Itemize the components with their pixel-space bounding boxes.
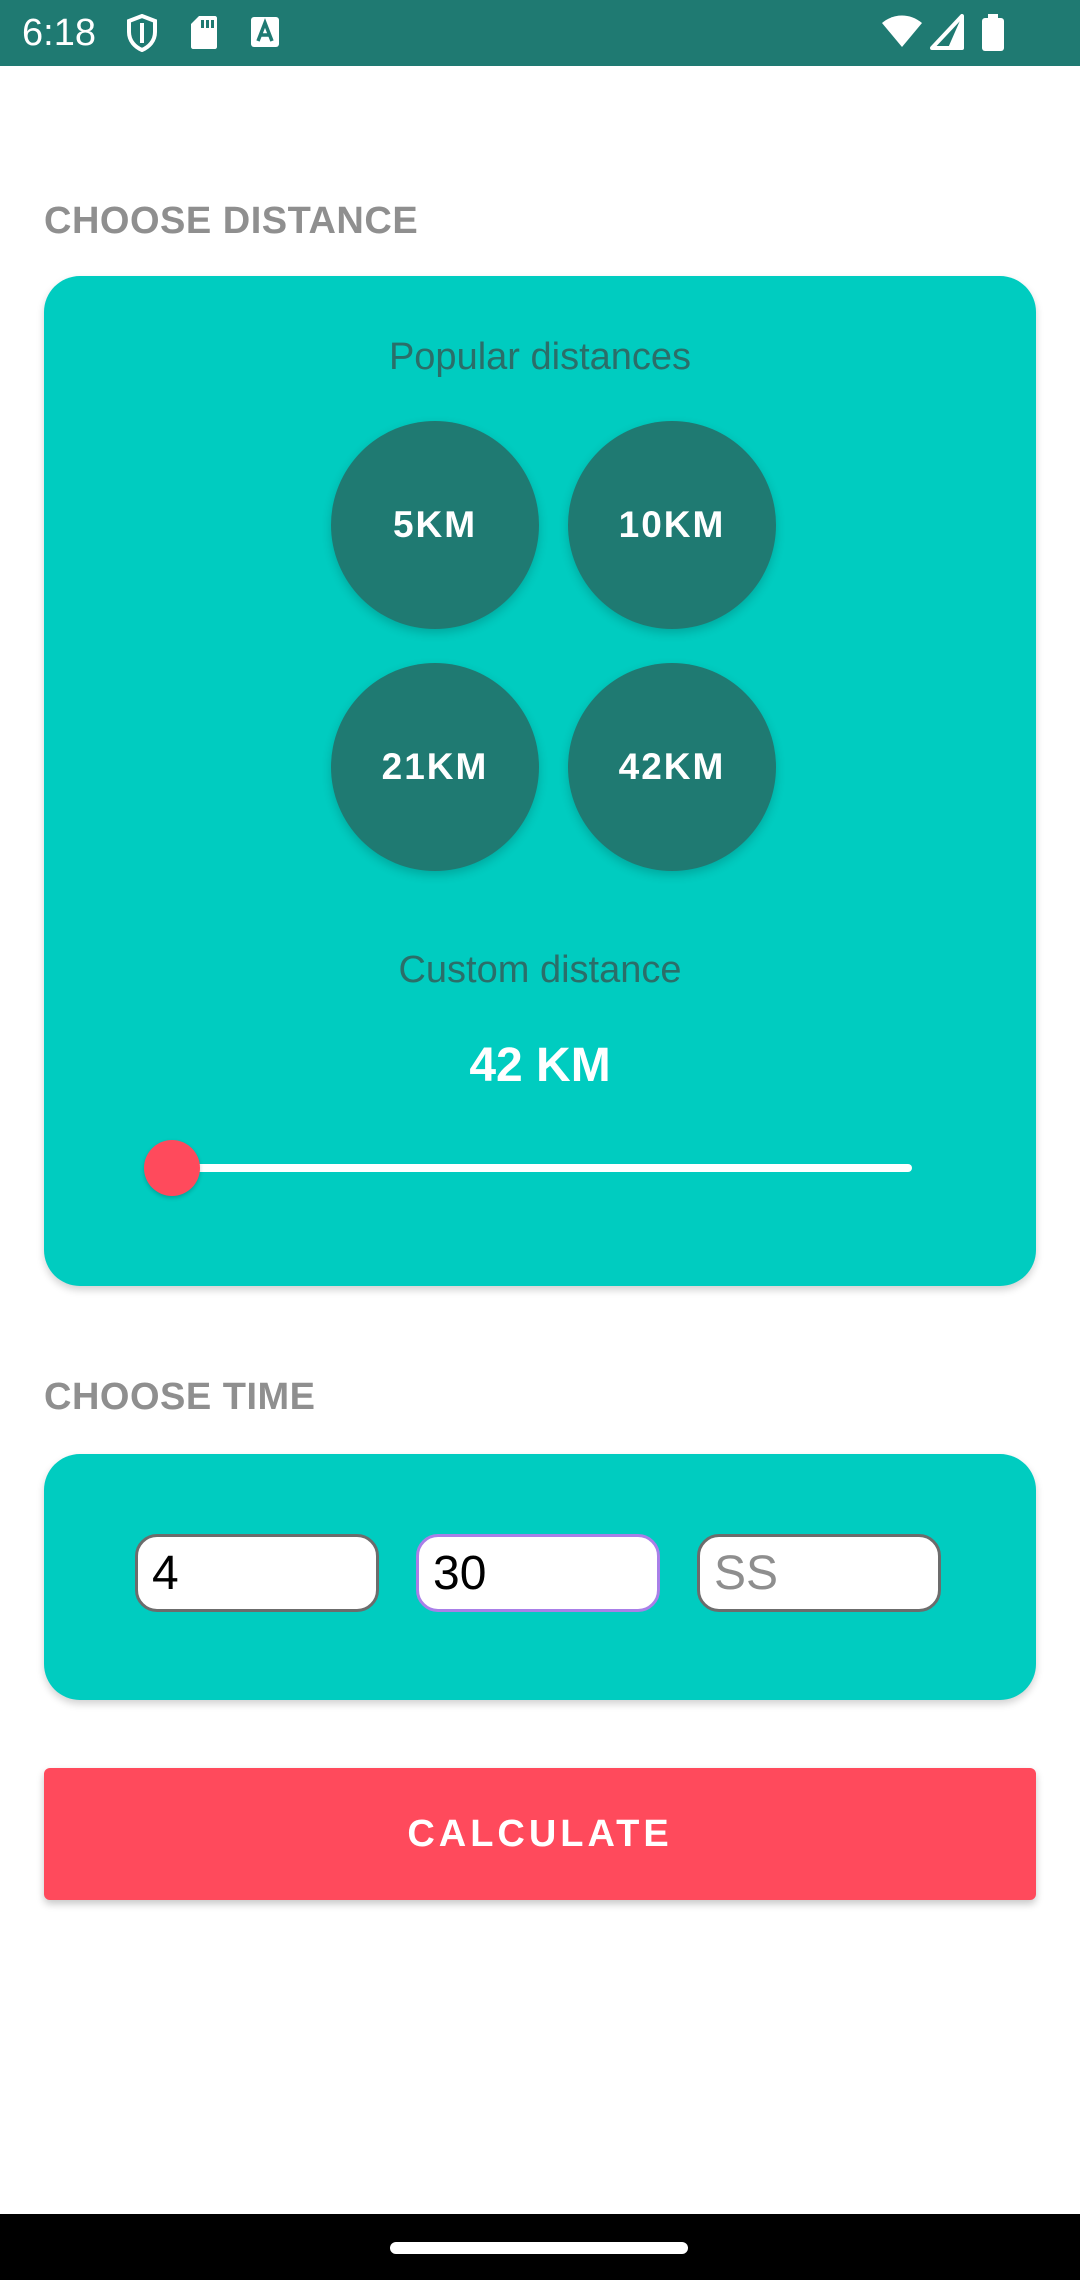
- distance-slider[interactable]: [142, 1138, 914, 1198]
- distance-42km-button[interactable]: 42KM: [568, 663, 776, 871]
- distance-10km-label: 10KM: [618, 504, 726, 545]
- distance-card: Popular distances 5KM 10KM 21KM 42KM Cus…: [44, 276, 1036, 1286]
- slider-thumb[interactable]: [144, 1140, 200, 1196]
- distance-21km-button[interactable]: 21KM: [331, 663, 539, 871]
- slider-track[interactable]: [172, 1164, 912, 1172]
- calculate-button[interactable]: CALCULATE: [44, 1768, 1036, 1900]
- choose-distance-label: CHOOSE DISTANCE: [44, 200, 419, 242]
- distance-42km-label: 42KM: [618, 746, 726, 787]
- shield-icon: [126, 14, 158, 52]
- navigation-bar: [0, 2214, 1080, 2280]
- choose-time-label: CHOOSE TIME: [44, 1376, 316, 1418]
- distance-10km-button[interactable]: 10KM: [568, 421, 776, 629]
- popular-distances-title: Popular distances: [388, 336, 692, 378]
- font-a-icon: [250, 14, 280, 52]
- wifi-icon: [880, 14, 924, 52]
- signal-icon: [930, 14, 964, 52]
- sd-card-icon: [190, 14, 218, 52]
- distance-5km-button[interactable]: 5KM: [331, 421, 539, 629]
- seconds-input[interactable]: [697, 1534, 941, 1612]
- minutes-input[interactable]: [416, 1534, 660, 1612]
- distance-5km-label: 5KM: [392, 504, 478, 545]
- home-handle[interactable]: [390, 2242, 688, 2254]
- hours-input[interactable]: [135, 1534, 379, 1612]
- custom-distance-title: Custom distance: [398, 949, 682, 991]
- distance-21km-label: 21KM: [381, 746, 489, 787]
- status-bar: 6:18: [0, 0, 1080, 66]
- status-time: 6:18: [22, 12, 96, 54]
- custom-distance-value: 42 KM: [469, 1039, 611, 1092]
- battery-icon: [982, 14, 1004, 52]
- time-card: [44, 1454, 1036, 1700]
